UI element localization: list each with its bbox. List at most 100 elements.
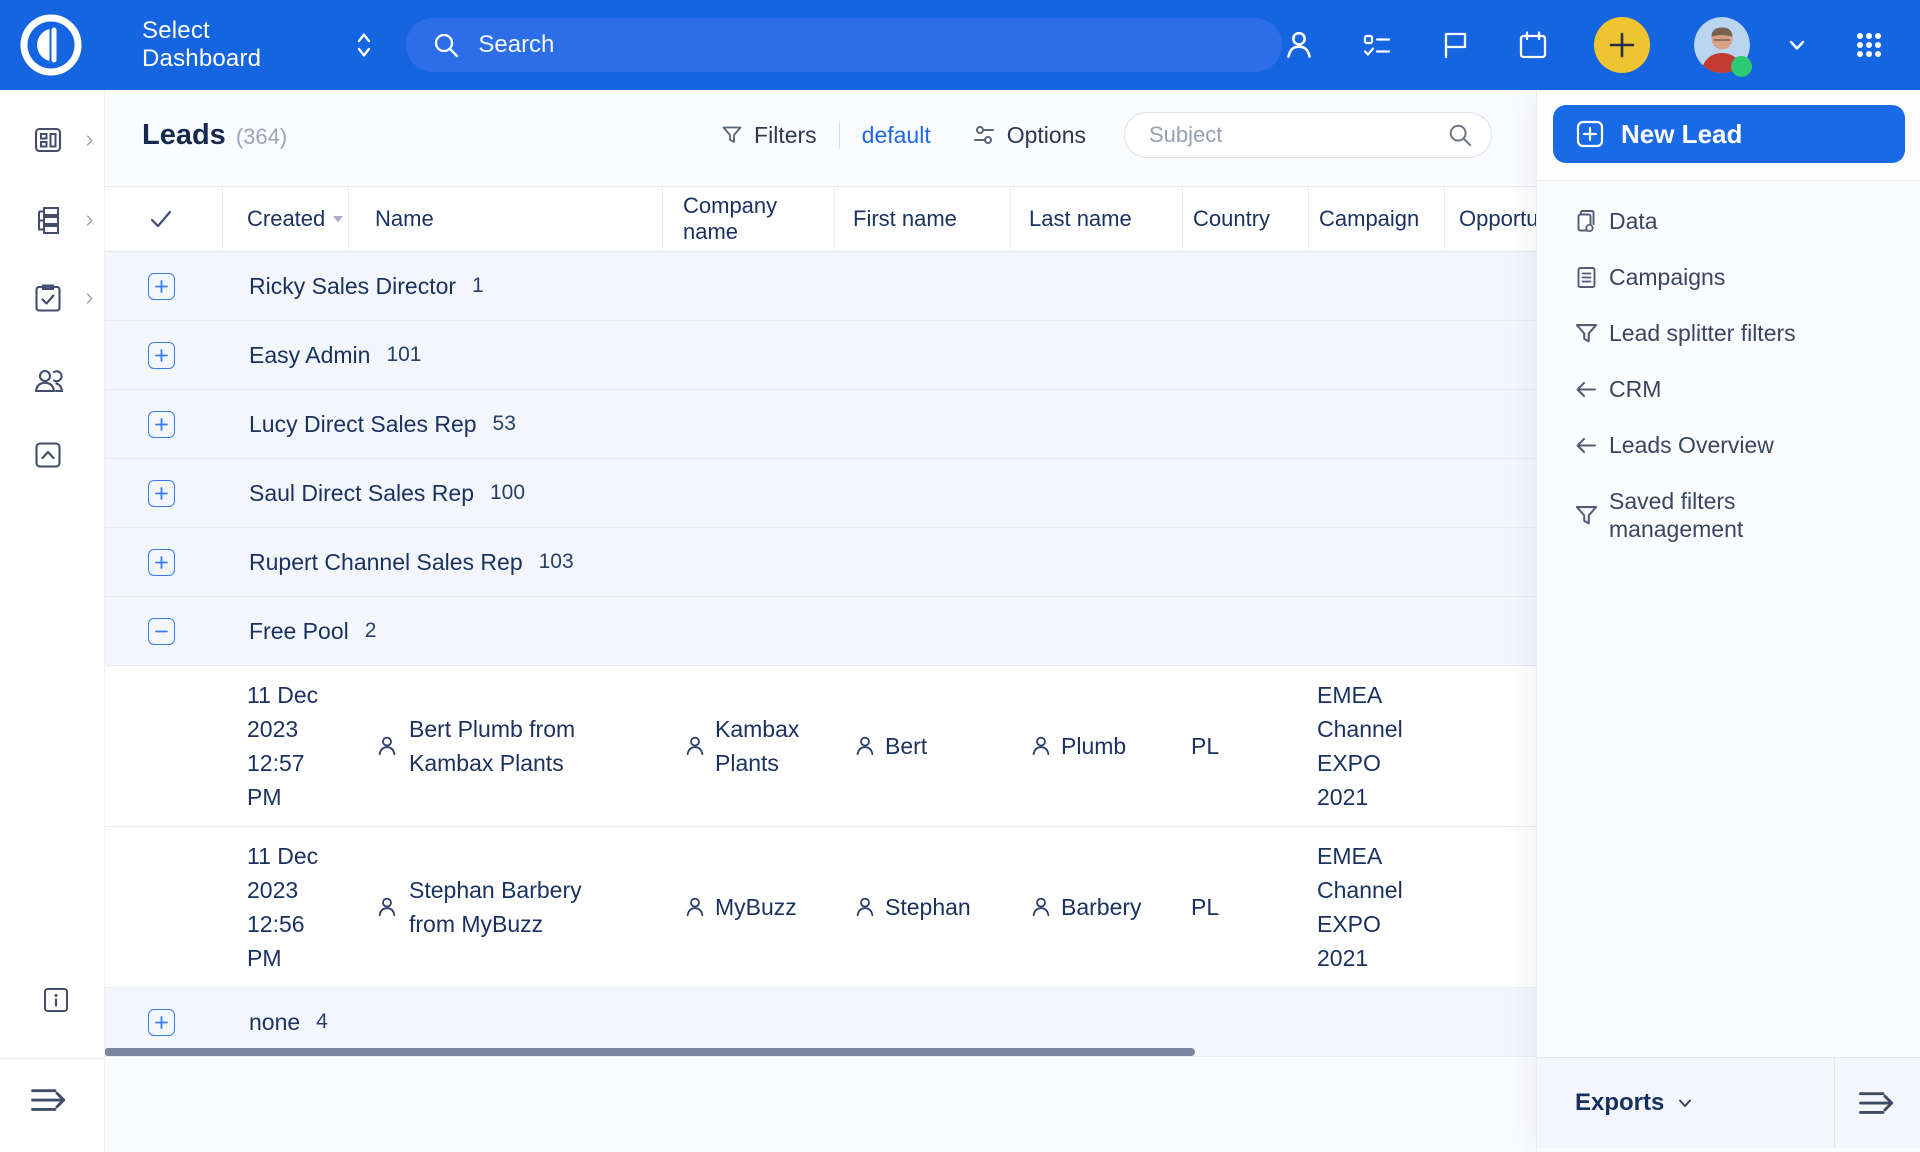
column-header-country[interactable]: Country: [1183, 187, 1309, 251]
chevron-down-icon: [1676, 1094, 1694, 1112]
filter-preset-link[interactable]: default: [862, 122, 931, 149]
group-row-rupert[interactable]: Rupert Channel Sales Rep 103: [104, 528, 1537, 597]
expand-group-button[interactable]: [148, 1009, 175, 1036]
cell-last-name[interactable]: Plumb: [1011, 666, 1183, 826]
column-header-first-name[interactable]: First name: [835, 187, 1011, 251]
filter-funnel-icon: [720, 123, 744, 147]
column-header-campaign[interactable]: Campaign: [1309, 187, 1445, 251]
column-header-last-name[interactable]: Last name: [1011, 187, 1183, 251]
row-select-cell[interactable]: [104, 666, 223, 826]
person-icon: [375, 734, 399, 758]
chevron-down-icon[interactable]: [1786, 34, 1808, 56]
column-header-company[interactable]: Company name: [663, 187, 835, 251]
row-select-cell[interactable]: [104, 827, 223, 987]
menu-item-campaigns[interactable]: Campaigns: [1537, 249, 1920, 305]
menu-item-label: Campaigns: [1609, 263, 1725, 291]
sidebar-item-reports[interactable]: [0, 433, 104, 477]
column-header-name[interactable]: Name: [349, 187, 663, 251]
menu-item-crm[interactable]: CRM: [1537, 361, 1920, 417]
list-toolbar: Leads (364) Filters default Options: [142, 104, 1492, 166]
check-icon: [148, 206, 174, 232]
contacts-icon[interactable]: [1282, 28, 1316, 62]
new-lead-section: New Lead: [1537, 90, 1920, 181]
column-label: Name: [375, 206, 434, 232]
app-logo-icon[interactable]: [20, 14, 82, 76]
quick-add-button[interactable]: [1594, 17, 1650, 73]
group-label: Free Pool: [249, 618, 349, 645]
menu-item-lead-splitter-filters[interactable]: Lead splitter filters: [1537, 305, 1920, 361]
menu-item-saved-filters-management[interactable]: Saved filters management: [1537, 473, 1920, 557]
group-row-free-pool[interactable]: Free Pool 2: [104, 597, 1537, 666]
group-row-ricky[interactable]: Ricky Sales Director 1: [104, 252, 1537, 321]
options-button[interactable]: Options: [971, 122, 1086, 149]
cell-company[interactable]: Kambax Plants: [663, 666, 835, 826]
panel-footer: Exports: [1537, 1057, 1920, 1148]
column-header-opportunity[interactable]: Opportunity: [1445, 187, 1537, 251]
page-title: Leads: [142, 119, 226, 152]
group-label: Easy Admin: [249, 342, 370, 369]
goals-flag-icon[interactable]: [1438, 28, 1472, 62]
sidebar-item-tasks[interactable]: [0, 276, 104, 320]
collapse-group-button[interactable]: [148, 618, 175, 645]
search-input[interactable]: [476, 30, 1256, 60]
sidebar-item-customers[interactable]: [0, 360, 104, 404]
horizontal-scrollbar-thumb[interactable]: [104, 1048, 1195, 1056]
cell-opportunity: [1445, 666, 1537, 826]
column-header-created[interactable]: Created: [223, 187, 349, 251]
select-all-column-header[interactable]: [104, 187, 223, 251]
calendar-icon[interactable]: [1516, 28, 1550, 62]
cell-first-name[interactable]: Stephan: [835, 827, 1011, 987]
expand-group-button[interactable]: [148, 549, 175, 576]
global-search[interactable]: [406, 18, 1282, 72]
arrow-left-icon: [1573, 432, 1600, 459]
chevron-right-icon: [82, 133, 97, 148]
expand-group-button[interactable]: [148, 480, 175, 507]
menu-item-label: Data: [1609, 207, 1658, 235]
person-icon: [853, 895, 877, 919]
plus-icon: [155, 1016, 168, 1029]
cell-company[interactable]: MyBuzz: [663, 827, 835, 987]
expand-group-button[interactable]: [148, 342, 175, 369]
cell-name[interactable]: Bert Plumb from Kambax Plants: [349, 666, 663, 826]
tasks-checklist-icon[interactable]: [1360, 28, 1394, 62]
dashboard-selector-updown-icon[interactable]: [355, 29, 373, 61]
cell-name[interactable]: Stephan Barbery from MyBuzz: [349, 827, 663, 987]
subject-input[interactable]: [1147, 121, 1447, 149]
expand-group-button[interactable]: [148, 411, 175, 438]
dashboard-selector[interactable]: Select Dashboard: [142, 17, 335, 73]
cell-country: PL: [1183, 666, 1309, 826]
cell-first-name[interactable]: Bert: [835, 666, 1011, 826]
sidebar-item-info[interactable]: [0, 978, 104, 1022]
group-count: 4: [316, 1010, 328, 1034]
lead-row[interactable]: 11 Dec 2023 12:56 PM Stephan Barbery fro…: [104, 827, 1537, 988]
group-row-lucy[interactable]: Lucy Direct Sales Rep 53: [104, 390, 1537, 459]
menu-item-label: CRM: [1609, 375, 1661, 403]
subject-search-box[interactable]: [1124, 112, 1492, 158]
sidebar-expand-button[interactable]: [0, 1078, 104, 1122]
lead-row[interactable]: 11 Dec 2023 12:57 PM Bert Plumb from Kam…: [104, 666, 1537, 827]
plus-icon: [155, 418, 168, 431]
cell-created: 11 Dec 2023 12:57 PM: [223, 666, 349, 826]
user-avatar[interactable]: [1694, 17, 1750, 73]
group-row-saul[interactable]: Saul Direct Sales Rep 100: [104, 459, 1537, 528]
group-label: Rupert Channel Sales Rep: [249, 549, 523, 576]
menu-item-data[interactable]: Data: [1537, 193, 1920, 249]
subject-search-icon[interactable]: [1447, 122, 1473, 148]
sidebar-item-dashboards[interactable]: [0, 118, 104, 162]
group-row-none[interactable]: none 4: [104, 988, 1537, 1057]
group-label: Saul Direct Sales Rep: [249, 480, 474, 507]
group-row-easy-admin[interactable]: Easy Admin 101: [104, 321, 1537, 390]
cell-last-name[interactable]: Barbery: [1011, 827, 1183, 987]
sidebar-item-structure[interactable]: [0, 198, 104, 242]
column-label: Country: [1193, 206, 1270, 232]
leads-table: Created Name Company name First name Las…: [104, 186, 1537, 1057]
exports-button[interactable]: Exports: [1537, 1058, 1834, 1148]
hierarchy-tree-icon: [30, 202, 66, 238]
new-lead-button[interactable]: New Lead: [1553, 105, 1905, 163]
menu-item-leads-overview[interactable]: Leads Overview: [1537, 417, 1920, 473]
expand-sidebar-icon: [30, 1085, 70, 1115]
filters-button[interactable]: Filters: [720, 122, 817, 149]
collapse-panel-button[interactable]: [1834, 1058, 1920, 1148]
apps-grid-icon[interactable]: [1852, 28, 1886, 62]
expand-group-button[interactable]: [148, 273, 175, 300]
